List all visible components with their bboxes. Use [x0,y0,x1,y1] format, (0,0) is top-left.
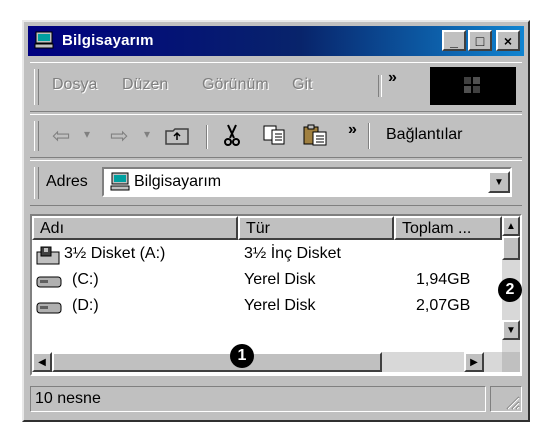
paste-icon[interactable] [302,123,330,147]
list-item-type: 3½ İnç Disket [244,245,341,262]
arrow-up-icon: ▲ [506,220,516,232]
menu-separator [378,75,382,97]
toolbar-chevron-icon[interactable]: » [348,121,357,139]
address-input[interactable]: Bilgisayarım ▼ [102,167,512,197]
title-bar[interactable]: Bilgisayarım _ □ × [28,26,524,56]
status-resize-area [490,386,522,412]
list-item-name: 3½ Disket (A:) [64,245,166,262]
maximize-icon: □ [475,32,485,49]
my-computer-icon [110,172,130,191]
back-arrow-icon[interactable]: ⇦ [52,123,70,149]
links-label[interactable]: Bağlantılar [386,126,463,144]
toolbar-separator [206,125,208,149]
column-header-name[interactable]: Adı [32,216,238,240]
close-button[interactable]: × [496,30,520,51]
hard-drive-icon [36,302,62,314]
windows-logo-throbber [430,67,516,105]
menu-item-duzen[interactable]: Düzen [122,76,168,94]
windows-logo-icon [464,77,480,93]
list-item-name: (D:) [72,297,99,314]
scroll-right-button[interactable]: ▶ [464,352,484,372]
scroll-up-button[interactable]: ▲ [502,216,520,236]
list-item-total: 2,07GB [416,297,471,314]
menu-item-dosya[interactable]: Dosya [52,76,97,94]
list-item[interactable]: (C:) Yerel Disk 1,94GB [32,268,502,294]
standard-toolbar: ⇦ ▾ ⇨ ▾ » Bağlantılar [30,114,522,158]
maximize-button[interactable]: □ [468,30,492,51]
callout-marker-2: 2 [498,278,522,302]
copy-icon[interactable] [262,124,288,146]
list-item-total: 1,94GB [416,271,471,288]
toolbar-grip[interactable] [34,121,39,151]
menu-item-git[interactable]: Git [292,76,312,94]
list-item[interactable]: (D:) Yerel Disk 2,07GB [32,294,502,320]
arrow-down-icon: ▼ [506,324,516,336]
scroll-down-button[interactable]: ▼ [502,320,520,340]
minimize-icon: _ [450,32,458,49]
window-title: Bilgisayarım [62,32,154,49]
horizontal-scrollbar[interactable]: ◀ ▶ [32,352,502,372]
explorer-window: Bilgisayarım _ □ × Dosya Düzen Görünüm G… [22,20,530,422]
address-bar: Adres Bilgisayarım ▼ [30,160,522,206]
address-label: Adres [46,173,88,190]
close-icon: × [503,32,513,49]
scroll-left-button[interactable]: ◀ [32,352,52,372]
menu-item-gorunum[interactable]: Görünüm [202,76,269,94]
list-item-type: Yerel Disk [244,297,316,314]
column-header-type[interactable]: Tür [238,216,394,240]
menu-chevron-icon[interactable]: » [388,69,397,87]
menu-bar-grip[interactable] [34,69,39,105]
chevron-down-icon: ▼ [494,176,504,188]
file-list: Adı Tür Toplam ... 3½ Disket (A:) 3½ İnç… [30,214,522,376]
address-value: Bilgisayarım [134,173,222,190]
column-header-total[interactable]: Toplam ... [394,216,502,240]
address-dropdown-button[interactable]: ▼ [488,171,510,193]
cut-icon[interactable] [222,123,242,147]
menu-bar: Dosya Düzen Görünüm Git » [30,62,522,112]
resize-grip-icon[interactable] [504,394,520,410]
scroll-corner [502,352,520,372]
list-item[interactable]: 3½ Disket (A:) 3½ İnç Disket [32,242,502,268]
vertical-scroll-thumb[interactable] [502,236,520,260]
callout-marker-1: 1 [230,344,254,368]
list-item-type: Yerel Disk [244,271,316,288]
forward-dropdown-icon[interactable]: ▾ [144,127,150,141]
arrow-left-icon: ◀ [38,356,46,368]
my-computer-icon [34,31,54,49]
hard-drive-icon [36,276,62,288]
status-bar: 10 nesne [28,382,524,416]
up-folder-icon[interactable] [164,126,190,146]
back-dropdown-icon[interactable]: ▾ [84,127,90,141]
list-item-name: (C:) [72,271,99,288]
arrow-right-icon: ▶ [470,356,478,368]
address-grip[interactable] [34,167,39,199]
horizontal-scroll-thumb[interactable] [52,352,382,372]
links-separator [368,123,370,149]
minimize-button[interactable]: _ [442,30,466,51]
floppy-drive-icon [36,246,60,265]
status-object-count: 10 nesne [30,386,486,412]
forward-arrow-icon[interactable]: ⇨ [110,123,128,149]
